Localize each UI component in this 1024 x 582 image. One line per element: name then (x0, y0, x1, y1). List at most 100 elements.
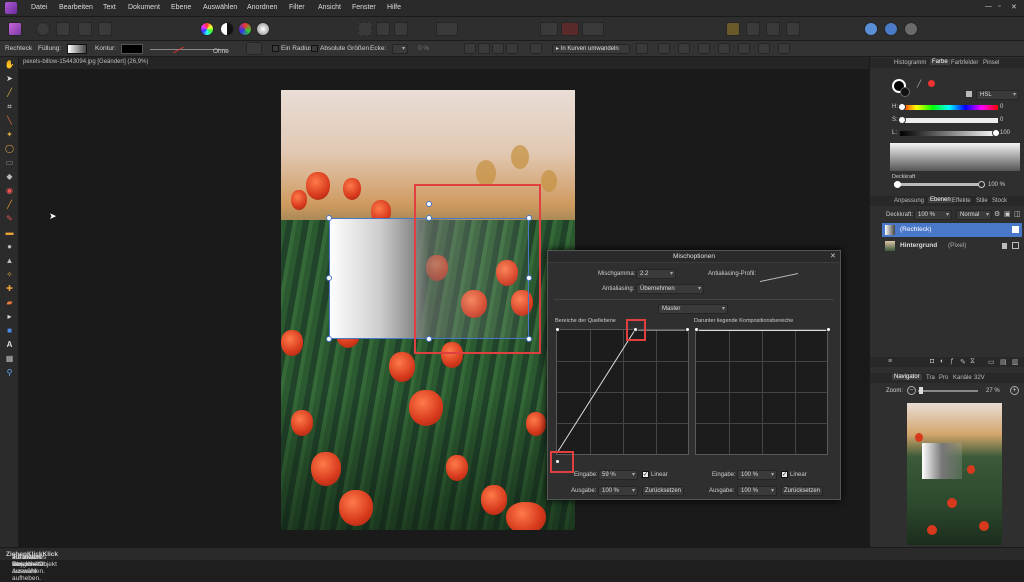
live-filter-icon[interactable]: ⧖ (970, 358, 975, 366)
visibility-icon[interactable]: ◫ (1014, 210, 1021, 218)
pen-tool-icon[interactable]: ▸ (4, 312, 15, 321)
lock-icon[interactable] (1002, 243, 1007, 249)
color-picker-icon[interactable]: ╱ (4, 88, 15, 97)
underlying-curve[interactable] (696, 330, 827, 331)
layer-visible-checkbox[interactable] (1012, 226, 1019, 233)
menu-auswaehlen[interactable]: Auswählen (203, 4, 237, 11)
align-center-icon[interactable] (478, 43, 490, 54)
tab-stile[interactable]: Stile (976, 198, 988, 204)
handle[interactable] (326, 336, 332, 342)
layer-opacity-dropdown[interactable]: 100 % (914, 210, 952, 220)
layer-stack-icon[interactable]: ≡ (888, 358, 892, 365)
corner-type-dropdown[interactable] (392, 44, 408, 54)
tab-protocol[interactable]: Pro (939, 375, 948, 381)
menu-dokument[interactable]: Dokument (128, 4, 160, 11)
patch-tool-icon[interactable]: ▰ (4, 298, 15, 307)
mask-icon[interactable]: ◘ (930, 358, 934, 365)
fill-swatch[interactable] (67, 44, 87, 54)
source-input-dropdown[interactable]: 59 % (598, 470, 638, 480)
gamma-dropdown[interactable]: 2.2 (636, 269, 676, 279)
layer-row-background[interactable]: Hintergrund (Pixel) (882, 239, 1022, 253)
view-tool-icon[interactable]: ✋ (4, 60, 15, 69)
tab-farbfelder[interactable]: Farbfelder (951, 60, 978, 66)
menu-datei[interactable]: Datei (31, 4, 47, 11)
mesh-warp-icon[interactable]: ▦ (4, 354, 15, 363)
snapping-icon[interactable] (540, 22, 558, 36)
persona-photo-icon[interactable] (8, 22, 22, 36)
rgb-icon[interactable] (238, 22, 252, 36)
aa-profile-curve[interactable] (760, 265, 798, 283)
align-v-icon[interactable] (678, 43, 690, 54)
quick-mask-icon[interactable] (436, 22, 458, 36)
hue-slider[interactable] (900, 105, 998, 110)
flood-fill-icon[interactable]: ◆ (4, 172, 15, 181)
studio-link-icon[interactable] (864, 22, 878, 36)
saturation-knob[interactable] (898, 116, 906, 124)
close-window-icon[interactable]: ✕ (1011, 3, 1017, 11)
tab-pinsel[interactable]: Pinsel (983, 60, 999, 66)
absolute-checkbox[interactable] (311, 45, 318, 52)
blend-mode-dropdown[interactable]: Normal (956, 210, 992, 220)
zoom-slider-knob[interactable] (919, 387, 923, 394)
no-color-icon[interactable] (928, 80, 935, 87)
opacity-knob-start[interactable] (894, 181, 901, 188)
marquee-tool-icon[interactable]: ▭ (4, 158, 15, 167)
align-h-icon[interactable] (658, 43, 670, 54)
hue-knob[interactable] (898, 103, 906, 111)
zoom-slider[interactable] (918, 390, 978, 392)
opacity-knob[interactable] (978, 181, 985, 188)
persona-tonemap-icon[interactable] (78, 22, 92, 36)
space-h-icon[interactable] (718, 43, 730, 54)
stroke-swatch[interactable] (121, 44, 143, 54)
underlying-input-dropdown[interactable]: 100 % (737, 470, 777, 480)
s-value[interactable]: 0 (1000, 117, 1003, 123)
tab-kanaele[interactable]: Kanäle (953, 375, 972, 381)
add-layer-icon[interactable]: ▤ (1000, 358, 1007, 366)
underlying-range-graph[interactable] (695, 329, 828, 455)
gradient-tool-icon[interactable]: ◉ (4, 186, 15, 195)
brush-icon[interactable]: ✎ (960, 358, 966, 366)
selection-brush-icon[interactable]: ╲ (4, 116, 15, 125)
convert-to-curves-button[interactable]: ▸ In Kurven umwandeln (552, 44, 630, 54)
layer-row-rectangle[interactable]: (Rechteck) (882, 223, 1022, 237)
assistant-icon[interactable] (561, 22, 579, 36)
align-left-icon[interactable] (464, 43, 476, 54)
clone-tool-icon[interactable]: ▲ (4, 256, 15, 265)
menu-hilfe[interactable]: Hilfe (387, 4, 401, 11)
marquee-icon[interactable] (358, 22, 372, 36)
deselect-icon[interactable] (376, 22, 390, 36)
arrange-front-icon[interactable] (766, 22, 780, 36)
zoom-value[interactable]: 27 % (986, 388, 1000, 394)
aa-dropdown[interactable]: Übernehmen (636, 284, 704, 294)
healing-brush-icon[interactable]: ✚ (4, 284, 15, 293)
underlying-reset-button[interactable]: Zurücksetzen (781, 486, 823, 496)
crop-tool-icon[interactable]: ⌗ (4, 102, 15, 111)
align-top-icon[interactable] (506, 43, 518, 54)
menu-anordnen[interactable]: Anordnen (247, 4, 277, 11)
source-reset-button[interactable]: Zurücksetzen (642, 486, 684, 496)
stroke-color-circle[interactable] (900, 87, 910, 97)
persona-develop-icon[interactable] (56, 22, 70, 36)
layer-visible-checkbox[interactable] (1012, 242, 1019, 249)
help-icon[interactable] (904, 22, 918, 36)
source-output-dropdown[interactable]: 100 % (598, 486, 638, 496)
source-curve[interactable] (557, 330, 688, 454)
handle[interactable] (326, 215, 332, 221)
menu-ebene[interactable]: Ebene (171, 4, 191, 11)
lock-icon[interactable]: ▣ (1004, 210, 1011, 218)
l-value[interactable]: 100 (1000, 130, 1010, 136)
color-wheel-icon[interactable] (200, 22, 214, 36)
fx-icon[interactable]: ƒ (950, 358, 954, 365)
space-v-icon[interactable] (738, 43, 750, 54)
minimize-icon[interactable]: — (985, 3, 992, 10)
invert-selection-icon[interactable] (394, 22, 408, 36)
eyedropper-icon[interactable]: ╱ (917, 80, 925, 88)
tab-histogramm[interactable]: Histogramm (894, 60, 926, 66)
erase-brush-icon[interactable]: ▬ (4, 228, 15, 237)
opacity-value[interactable]: 100 % (988, 182, 1005, 188)
paint-brush-icon[interactable]: ╱ (4, 200, 15, 209)
persona-export-icon[interactable] (98, 22, 112, 36)
curve-point[interactable] (555, 327, 560, 332)
gear-icon[interactable] (246, 42, 262, 55)
maximize-icon[interactable]: ▫ (998, 3, 1000, 10)
